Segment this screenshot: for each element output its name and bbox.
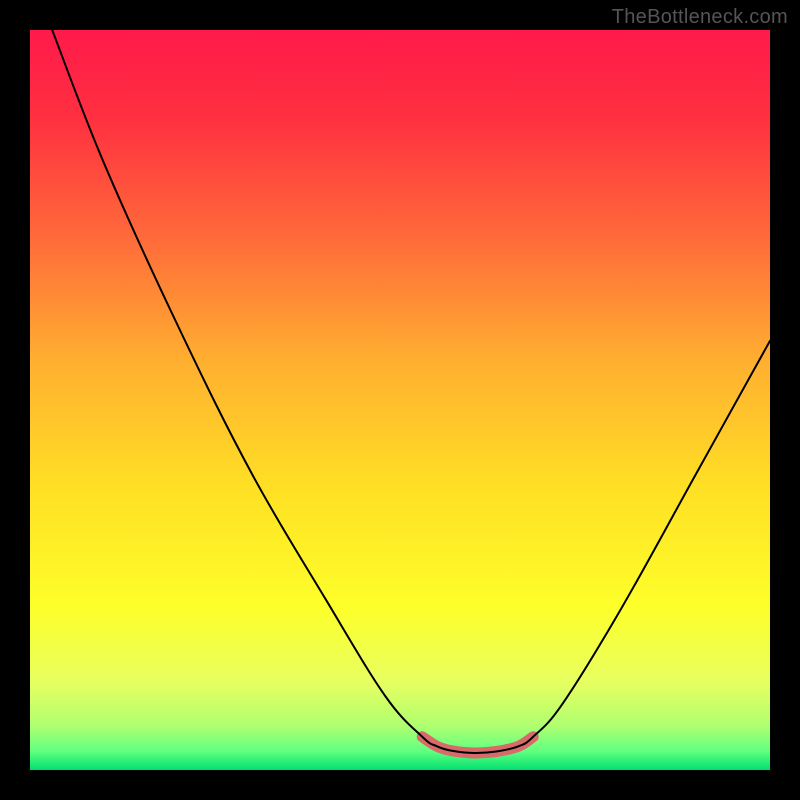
chart-container: TheBottleneck.com xyxy=(0,0,800,800)
plot-background xyxy=(30,30,770,770)
chart-svg xyxy=(0,0,800,800)
watermark-text: TheBottleneck.com xyxy=(612,6,788,29)
